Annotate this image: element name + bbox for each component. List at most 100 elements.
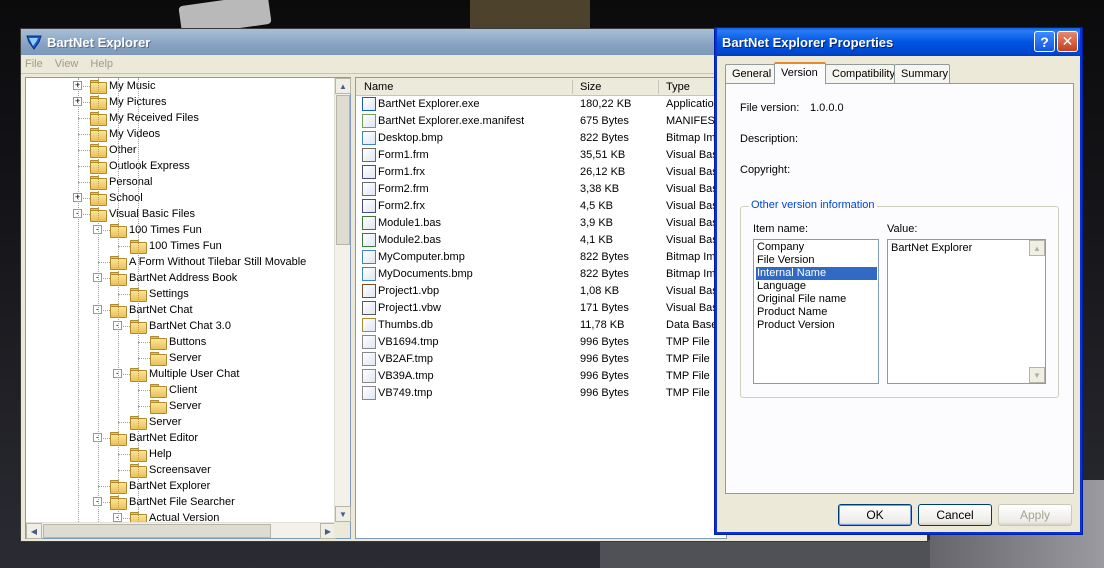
tree-node[interactable]: BartNet Editor: [110, 430, 198, 446]
tree-connector-line: [78, 118, 90, 119]
apply-button[interactable]: Apply: [998, 504, 1072, 526]
file-row[interactable]: Module2.bas 4,1 KB Visual Bas: [356, 232, 726, 249]
file-row[interactable]: BartNet Explorer.exe 180,22 KB Application: [356, 96, 726, 113]
file-row[interactable]: Thumbs.db 11,78 KB Data Base: [356, 317, 726, 334]
file-row[interactable]: BartNet Explorer.exe.manifest 675 Bytes MA…: [356, 113, 726, 130]
tree-horizontal-scroll-thumb[interactable]: [43, 524, 271, 538]
file-type: Application: [666, 98, 720, 110]
file-row[interactable]: Form2.frx 4,5 KB Visual Bas: [356, 198, 726, 215]
scroll-up-button[interactable]: ▲: [335, 78, 351, 94]
file-size: 3,38 KB: [580, 183, 620, 195]
file-list[interactable]: Name Size Type BartNet Explorer.exe 180,2…: [355, 77, 727, 539]
ok-button[interactable]: OK: [838, 504, 912, 526]
file-name: Form2.frm: [378, 183, 429, 195]
file-row[interactable]: Desktop.bmp 822 Bytes Bitmap Ima: [356, 130, 726, 147]
menu-help[interactable]: Help: [90, 58, 113, 70]
cancel-button[interactable]: Cancel: [918, 504, 992, 526]
tree-node[interactable]: Actual Version: [130, 510, 219, 522]
value-scroll-up-button[interactable]: ▲: [1029, 240, 1045, 256]
column-header-type[interactable]: Type: [666, 81, 690, 93]
file-row[interactable]: VB2AF.tmp 996 Bytes TMP File: [356, 351, 726, 368]
file-row[interactable]: VB1694.tmp 996 Bytes TMP File: [356, 334, 726, 351]
file-row[interactable]: Project1.vbp 1,08 KB Visual Bas: [356, 283, 726, 300]
column-header-size[interactable]: Size: [580, 81, 601, 93]
file-row[interactable]: Form2.frm 3,38 KB Visual Bas: [356, 181, 726, 198]
scroll-left-button[interactable]: ◀: [26, 523, 42, 539]
file-size: 996 Bytes: [580, 336, 629, 348]
tree-node[interactable]: Outlook Express: [90, 158, 190, 174]
dialog-titlebar[interactable]: BartNet Explorer Properties: [717, 28, 1080, 56]
help-button[interactable]: ?: [1034, 31, 1055, 52]
item-name-option[interactable]: Product Name: [756, 306, 877, 319]
tab-summary[interactable]: Summary: [894, 64, 950, 83]
file-row[interactable]: Module1.bas 3,9 KB Visual Bas: [356, 215, 726, 232]
file-type: Visual Bas: [666, 166, 718, 178]
tree-node-label: BartNet Editor: [129, 432, 199, 444]
file-row[interactable]: MyComputer.bmp 822 Bytes Bitmap Ima: [356, 249, 726, 266]
tree-node-label: A Form Without Tilebar Still Movable: [129, 256, 307, 268]
folder-tree[interactable]: My Music + My Pictures + My Received Files My…: [25, 77, 351, 539]
file-size: 822 Bytes: [580, 268, 629, 280]
file-row[interactable]: Form1.frm 35,51 KB Visual Bas: [356, 147, 726, 164]
tree-node[interactable]: My Videos: [90, 126, 160, 142]
scroll-down-button[interactable]: ▼: [335, 506, 351, 522]
tree-node[interactable]: My Music: [90, 78, 155, 94]
tree-node-label: 100 Times Fun: [129, 224, 202, 236]
item-name-option[interactable]: Product Version: [756, 319, 877, 332]
tree-node[interactable]: Client: [150, 382, 197, 398]
close-button[interactable]: ✕: [1057, 31, 1078, 52]
tree-vertical-scrollbar[interactable]: ▲ ▼: [334, 78, 351, 522]
item-name-option[interactable]: Internal Name: [756, 267, 877, 280]
item-name-option[interactable]: Company: [756, 241, 877, 254]
vb-form-file-icon: [362, 182, 376, 196]
tab-general[interactable]: General: [725, 64, 775, 83]
file-row[interactable]: Form1.frx 26,12 KB Visual Bas: [356, 164, 726, 181]
file-type: Data Base: [666, 319, 718, 331]
column-header-name[interactable]: Name: [364, 81, 393, 93]
tree-node[interactable]: 100 Times Fun: [130, 238, 222, 254]
tree-node[interactable]: BartNet Explorer: [110, 478, 210, 494]
tab-version[interactable]: Version: [774, 62, 826, 84]
vb-binary-file-icon: [362, 165, 376, 179]
tree-node[interactable]: Screensaver: [130, 462, 211, 478]
tree-node[interactable]: Other: [90, 142, 137, 158]
menu-view[interactable]: View: [55, 58, 79, 70]
tree-node[interactable]: A Form Without Tilebar Still Movable: [110, 254, 306, 270]
item-name-listbox[interactable]: Company File Version Internal Name Language…: [753, 239, 879, 384]
file-row[interactable]: MyDocuments.bmp 822 Bytes Bitmap Ima: [356, 266, 726, 283]
vb-project-file-icon: [362, 284, 376, 298]
file-name: MyDocuments.bmp: [378, 268, 473, 280]
file-row[interactable]: VB39A.tmp 996 Bytes TMP File: [356, 368, 726, 385]
tree-node[interactable]: Personal: [90, 174, 152, 190]
tree-node[interactable]: Buttons: [150, 334, 206, 350]
tree-connector-line: [118, 294, 130, 295]
tree-node[interactable]: Visual Basic Files: [90, 206, 195, 222]
tree-node[interactable]: 100 Times Fun: [110, 222, 202, 238]
menu-file[interactable]: File: [25, 58, 43, 70]
item-name-option[interactable]: Original File name: [756, 293, 877, 306]
tree-vertical-scroll-thumb[interactable]: [336, 95, 350, 245]
column-divider[interactable]: [658, 80, 659, 94]
value-textbox[interactable]: BartNet Explorer ▲ ▼: [887, 239, 1046, 384]
tree-node[interactable]: My Received Files: [90, 110, 199, 126]
tree-horizontal-scrollbar[interactable]: ◀ ▶: [26, 522, 336, 539]
tree-node[interactable]: Server: [150, 398, 201, 414]
value-scroll-down-button[interactable]: ▼: [1029, 367, 1045, 383]
tree-node[interactable]: Server: [150, 350, 201, 366]
bitmap-file-icon: [362, 267, 376, 281]
tab-compatibility[interactable]: Compatibility: [825, 64, 895, 83]
file-row[interactable]: Project1.vbw 171 Bytes Visual Bas: [356, 300, 726, 317]
file-row[interactable]: VB749.tmp 996 Bytes TMP File: [356, 385, 726, 402]
column-divider[interactable]: [572, 80, 573, 94]
item-name-option[interactable]: File Version: [756, 254, 877, 267]
file-type: Visual Bas: [666, 217, 718, 229]
tree-node[interactable]: Help: [130, 446, 172, 462]
tree-node[interactable]: BartNet Address Book: [110, 270, 237, 286]
item-name-option[interactable]: Language: [756, 280, 877, 293]
tree-node[interactable]: BartNet Chat: [110, 302, 193, 318]
tree-node[interactable]: Multiple User Chat: [130, 366, 239, 382]
tree-node[interactable]: BartNet File Searcher: [110, 494, 235, 510]
tree-node[interactable]: BartNet Chat 3.0: [130, 318, 231, 334]
tree-node[interactable]: My Pictures: [90, 94, 166, 110]
tmp-file-icon: [362, 386, 376, 400]
